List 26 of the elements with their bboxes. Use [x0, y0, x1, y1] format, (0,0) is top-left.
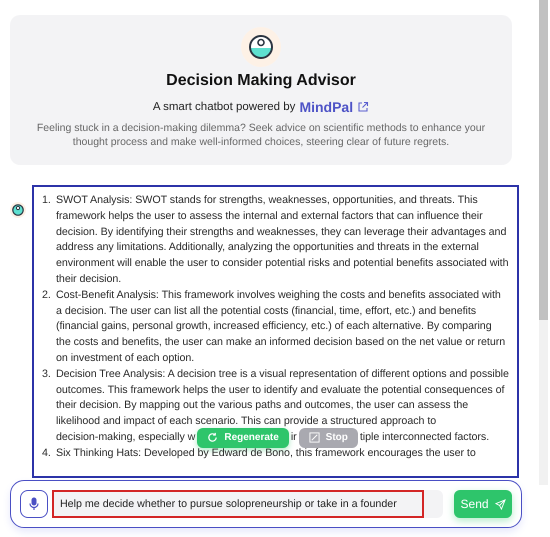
regenerate-button[interactable]: Regenerate: [197, 428, 289, 448]
list-item-text: Cost-Benefit Analysis: This framework involves weighing the costs and benefits associated with a decision. The user can list all the potential costs (financial, time, effort, etc.) and benefits (financial gains, personal growth, increased efficiency, etc.) of each alternative. By comparing the costs and benefits, the user can make an informed decision based on the net value or return on investment of each option.: [56, 288, 506, 366]
list-item-text: Six Thinking Hats: Developed by Edward de Bono, this framework encourages the user to: [56, 446, 477, 461]
microphone-button[interactable]: [20, 490, 48, 518]
scrollbar[interactable]: [539, 0, 548, 485]
microphone-icon: [28, 497, 39, 511]
list-marker: 2.: [42, 288, 52, 303]
bot-title: Decision Making Advisor: [166, 72, 356, 90]
powered-by-text: A smart chatbot powered by: [152, 101, 296, 113]
list-marker: 3.: [42, 366, 52, 382]
stop-icon: [308, 432, 320, 444]
list-item-text: SWOT Analysis: SWOT stands for strengths, weaknesses, opportunities, and threats. This framework helps the user to assess the internal and external factors that can influence their decision. By identifying their strengths and weaknesses, they can leverage their advantages and address any limitations. Additionally, analyzing the opportunities and threats in the external environment will enable the user to consider potential risks and potential benefits associated with their decision.: [56, 193, 509, 287]
brand-link[interactable]: MindPal: [299, 99, 354, 115]
bot-avatar-icon: [241, 27, 281, 67]
send-icon: [494, 498, 506, 510]
list-item-text: decision-making, especially w: [56, 430, 196, 445]
message-input[interactable]: Help me decide whether to pursue solopreneurship or take in a founder: [52, 490, 424, 518]
refresh-icon: [207, 432, 218, 444]
bot-avatar-icon: [10, 202, 26, 218]
list-item-text: ir: [290, 430, 297, 445]
send-button[interactable]: Send: [454, 490, 512, 518]
list-marker: 1.: [42, 193, 52, 208]
list-item-text: tiple interconnected factors.: [360, 430, 490, 445]
list-marker: 4.: [42, 446, 52, 461]
external-link-icon[interactable]: [357, 101, 370, 113]
bot-description: Feeling stuck in a decision-making dilemma? Seek advice on scientific methods to enhance your thought process and make well-informed choices, steering clear of future regrets.: [36, 121, 486, 149]
